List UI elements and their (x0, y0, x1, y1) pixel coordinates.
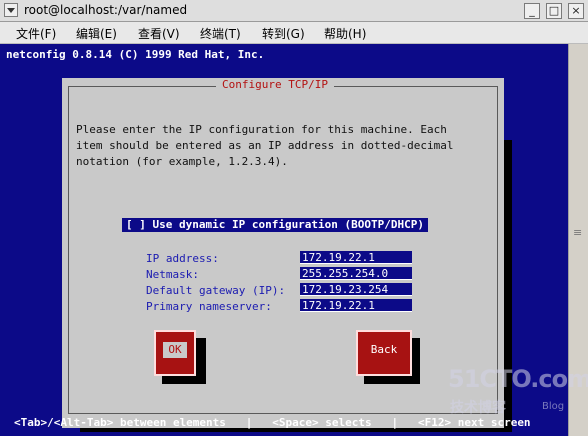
netconfig-header: netconfig 0.8.14 (C) 1999 Red Hat, Inc. (6, 48, 265, 61)
status-line: <Tab>/<Alt-Tab> between elements | <Spac… (14, 416, 531, 429)
configure-tcpip-dialog: Configure TCP/IP Please enter the IP con… (62, 78, 504, 428)
menu-view[interactable]: 查看(V) (138, 25, 180, 42)
window-menu-icon[interactable] (4, 3, 18, 17)
close-button[interactable]: × (568, 3, 584, 19)
terminal-area[interactable]: netconfig 0.8.14 (C) 1999 Red Hat, Inc. … (0, 44, 568, 436)
menu-go[interactable]: 转到(G) (262, 25, 305, 42)
menu-file[interactable]: 文件(F) (16, 25, 56, 42)
menu-help[interactable]: 帮助(H) (324, 25, 366, 42)
menu-edit[interactable]: 编辑(E) (76, 25, 117, 42)
gateway-field[interactable]: 172.19.23.254___ (300, 283, 412, 296)
minimize-button[interactable]: _ (524, 3, 540, 19)
nameserver-field[interactable]: 172.19.22.1_____ (300, 299, 412, 312)
dialog-message: Please enter the IP configuration for th… (76, 123, 454, 168)
scroll-grip-icon[interactable]: ≡ (573, 226, 582, 239)
terminal-scrollbar[interactable]: ≡ (568, 44, 588, 436)
back-button-label: Back (370, 343, 398, 356)
dhcp-checkbox[interactable]: [ ] Use dynamic IP configuration (BOOTP/… (122, 218, 429, 232)
maximize-button[interactable]: □ (546, 3, 562, 19)
window-title: root@localhost:/var/named (24, 3, 188, 17)
ok-button-label: OK (163, 342, 187, 358)
window-titlebar: root@localhost:/var/named _ □ × (0, 0, 588, 22)
netmask-field[interactable]: 255.255.254.0___ (300, 267, 412, 280)
nameserver-label: Primary nameserver: (146, 300, 272, 313)
ip-address-label: IP address: (146, 252, 219, 265)
menu-bar: 文件(F) 编辑(E) 查看(V) 终端(T) 转到(G) 帮助(H) (0, 22, 588, 44)
ok-button[interactable]: OK (154, 330, 196, 376)
gateway-label: Default gateway (IP): (146, 284, 286, 297)
dialog-title: Configure TCP/IP (216, 78, 334, 92)
back-button[interactable]: Back (356, 330, 412, 376)
ip-address-field[interactable]: 172.19.22.1_____ (300, 251, 412, 264)
netmask-label: Netmask: (146, 268, 199, 281)
menu-terminal[interactable]: 终端(T) (200, 25, 241, 42)
